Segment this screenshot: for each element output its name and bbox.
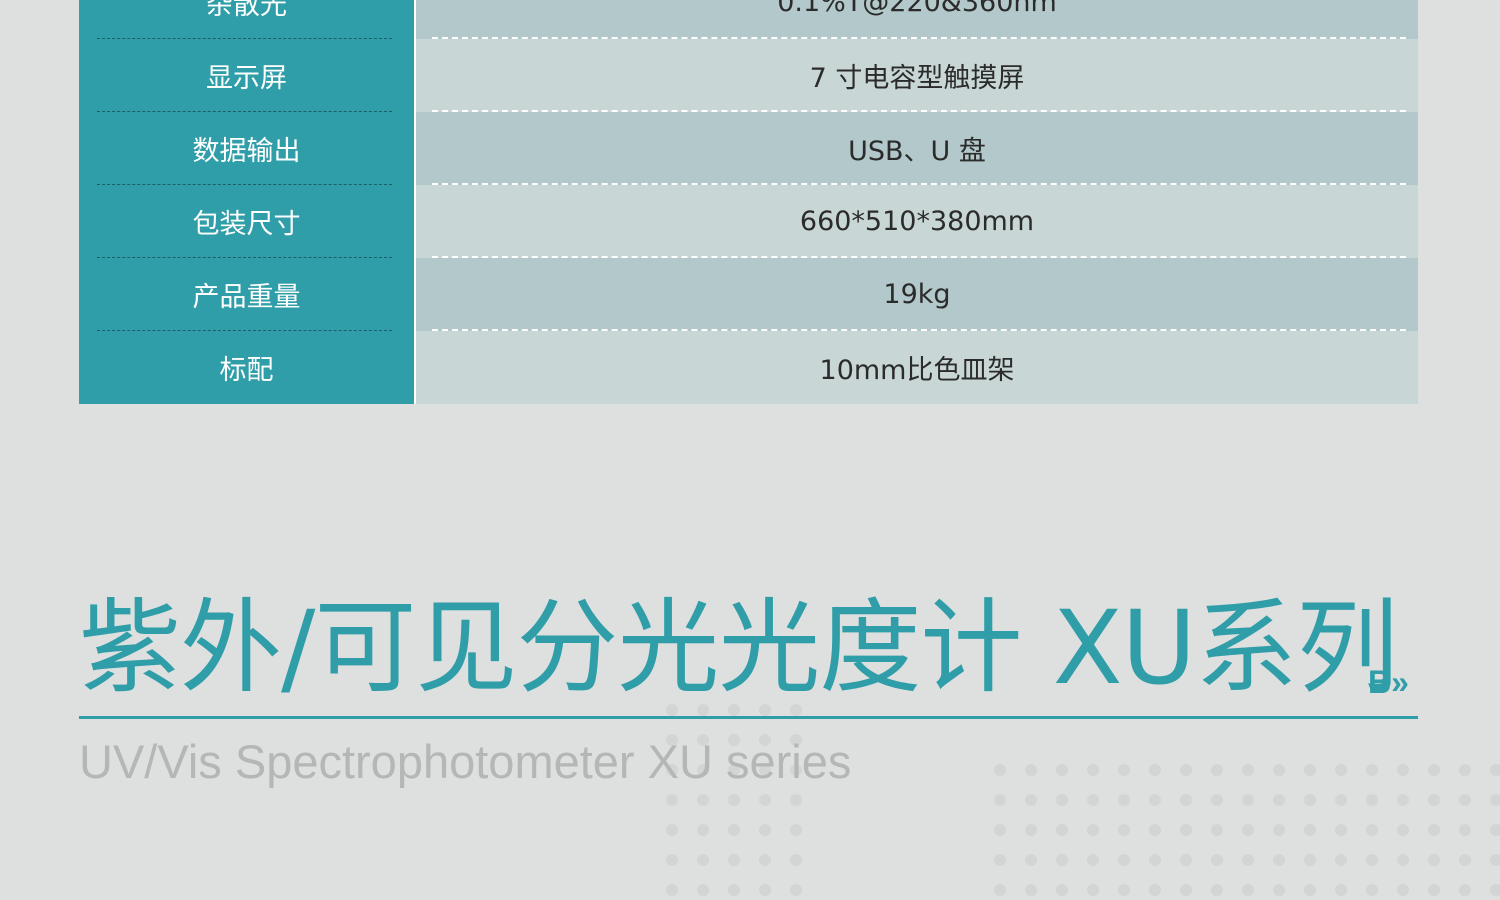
spec-value: 19kg: [416, 258, 1418, 331]
spec-label: 杂散光: [79, 0, 416, 39]
spec-label: 数据输出: [79, 112, 416, 185]
spec-row: 杂散光 0.1%T@220&360nm: [79, 0, 1418, 39]
spec-value: 0.1%T@220&360nm: [416, 0, 1418, 39]
spec-label: 标配: [79, 331, 416, 404]
spec-row: 显示屏 7 寸电容型触摸屏: [79, 39, 1418, 112]
spec-value: 7 寸电容型触摸屏: [416, 39, 1418, 112]
product-subtitle: UV/Vis Spectrophotometer XU series: [79, 735, 852, 788]
spec-value: USB、U 盘: [416, 112, 1418, 185]
spec-label: 显示屏: [79, 39, 416, 112]
title-divider: [79, 716, 1418, 719]
spec-value: 660*510*380mm: [416, 185, 1418, 258]
spec-row: 数据输出 USB、U 盘: [79, 112, 1418, 185]
spec-label: 产品重量: [79, 258, 416, 331]
spec-row: 包装尺寸 660*510*380mm: [79, 185, 1418, 258]
spec-row: 标配 10mm比色皿架: [79, 331, 1418, 404]
brand-logo: B»: [1368, 664, 1409, 700]
spec-row: 产品重量 19kg: [79, 258, 1418, 331]
product-title: 紫外/可见分光光度计 XU系列: [79, 589, 1398, 708]
spec-table: 杂散光 0.1%T@220&360nm 显示屏 7 寸电容型触摸屏 数据输出 U…: [79, 0, 1418, 404]
spec-value: 10mm比色皿架: [416, 331, 1418, 404]
spec-label: 包装尺寸: [79, 185, 416, 258]
